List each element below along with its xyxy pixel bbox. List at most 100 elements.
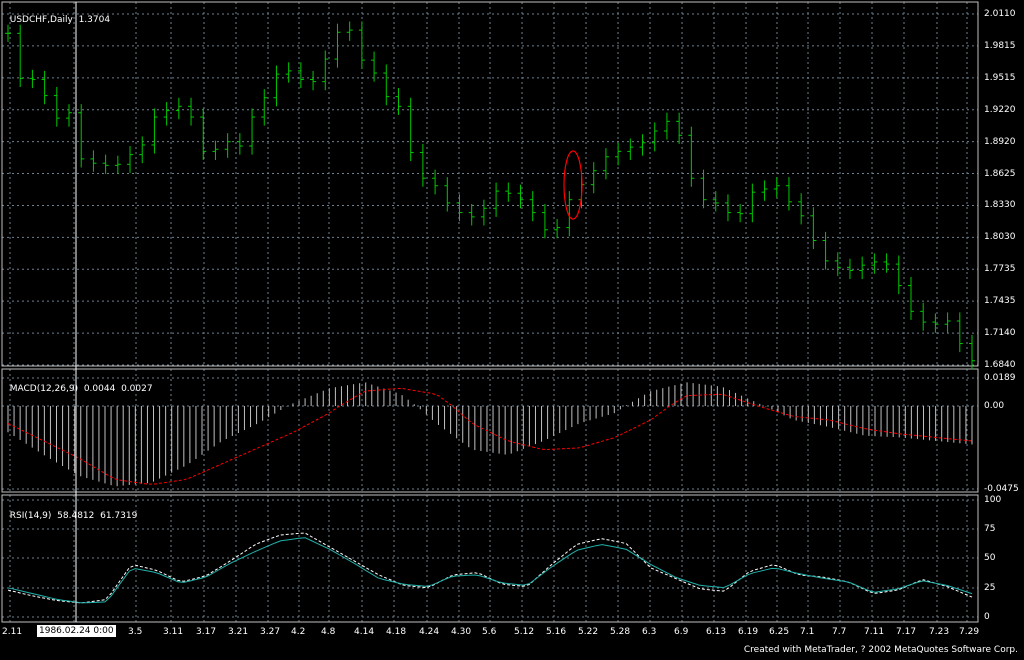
macd-value-1: 0.0044	[83, 384, 116, 394]
ohlc-bar	[29, 69, 36, 89]
ohlc-bar	[358, 21, 365, 69]
time-tick-label: 4.8	[321, 627, 336, 637]
ohlc-bar	[395, 88, 402, 115]
rsi-signal-line	[7, 532, 973, 604]
ohlc-bar	[383, 64, 390, 106]
ohlc-bar	[224, 133, 231, 158]
ohlc-bar	[663, 112, 670, 140]
time-tick-label: 4.30	[451, 627, 472, 637]
ohlc-bar	[456, 194, 463, 222]
ohlc-bar	[798, 193, 805, 225]
ohlc-bar	[163, 102, 170, 126]
symbol-label: USDCHF,Daily 1.3704	[4, 4, 110, 26]
ohlc-bar	[785, 177, 792, 211]
ohlc-bar	[285, 62, 292, 83]
ohlc-bar	[700, 169, 707, 209]
ohlc-bar	[651, 122, 658, 152]
grid-lines	[2, 2, 978, 622]
time-tick-label: 4.24	[419, 627, 440, 637]
ohlc-bar	[480, 199, 487, 226]
time-tick-label: 7.7	[832, 627, 847, 637]
ohlc-bar	[554, 219, 561, 239]
chart-canvas[interactable]	[0, 0, 1024, 660]
ohlc-bar	[810, 207, 817, 250]
ohlc-bar	[883, 253, 890, 273]
ohlc-bar	[322, 50, 329, 91]
time-tick-label: 6.19	[738, 627, 759, 637]
symbol-name: USDCHF,Daily	[9, 15, 73, 25]
ohlc-bar	[78, 104, 85, 168]
ohlc-bar	[737, 203, 744, 223]
time-tick-label: 5.16	[546, 627, 567, 637]
ohlc-bar	[53, 86, 60, 127]
ohlc-bar	[371, 51, 378, 82]
ohlc-bar	[505, 182, 512, 202]
price-tick-label: 1.6840	[984, 360, 1016, 370]
ohlc-bar	[944, 312, 951, 333]
ohlc-bar	[676, 112, 683, 144]
time-tick-label: 3.17	[196, 627, 217, 637]
time-tick-label: 5.22	[578, 627, 599, 637]
time-tick-label: 5.12	[514, 627, 535, 637]
time-tick-label: 7.1	[800, 627, 815, 637]
price-tick-label: 1.9515	[984, 72, 1016, 83]
time-tick-label: 5.28	[610, 627, 631, 637]
time-tick-label: 7.23	[929, 627, 950, 637]
ohlc-bar	[615, 142, 622, 166]
ohlc-bar	[444, 177, 451, 212]
ohlc-bar	[175, 97, 182, 120]
time-tick-label: 7.17	[896, 627, 917, 637]
ohlc-bar	[688, 126, 695, 187]
price-tick-label: 1.8920	[984, 136, 1016, 147]
rsi-tick-75: 75	[984, 524, 996, 534]
macd-label: MACD(12,26,9) 0.0044 0.0027	[4, 373, 153, 395]
ohlc-bar	[236, 133, 243, 155]
rsi-tick-100: 100	[984, 495, 1002, 505]
ohlc-bar	[297, 62, 304, 89]
time-tick-label: 3.27	[260, 627, 281, 637]
ohlc-bar	[529, 191, 536, 222]
ohlc-bar	[859, 256, 866, 280]
ohlc-bar	[212, 140, 219, 160]
price-tick-label: 1.8030	[984, 232, 1016, 243]
ohlc-bar	[517, 184, 524, 209]
time-tick-label: 4.2	[291, 627, 306, 637]
ohlc-bar	[639, 134, 646, 156]
macd-value-2: 0.0027	[121, 384, 153, 394]
time-tick-label: 3.5	[128, 627, 143, 637]
last-price: 1.3704	[78, 15, 111, 25]
ohlc-bar	[493, 182, 500, 217]
ohlc-bar	[749, 183, 756, 223]
ohlc-bar	[188, 97, 195, 126]
time-tick-label: 2.11	[2, 627, 23, 637]
ohlc-bar	[114, 155, 121, 174]
macd-tick-zero: 0.00	[984, 401, 1005, 411]
time-tick-label: 5.6	[482, 627, 497, 637]
ohlc-bar	[761, 180, 768, 201]
time-tick-label: 6.3	[642, 627, 657, 637]
ohlc-bar	[907, 276, 914, 320]
price-tick-label: 1.7140	[984, 328, 1016, 339]
ohlc-bar	[969, 334, 975, 370]
ohlc-bar	[261, 89, 268, 126]
time-tick-label: 7.29	[959, 627, 980, 637]
ohlc-bar	[334, 23, 341, 68]
ohlc-bar	[139, 136, 146, 164]
ohlc-bar	[566, 191, 573, 237]
crosshair-date-label: 1986.02.24 0:00	[37, 625, 116, 637]
time-tick-label: 3.21	[228, 627, 249, 637]
rsi-tick-0: 0	[984, 612, 990, 622]
macd-title: MACD(12,26,9)	[9, 384, 79, 394]
ohlc-bar	[102, 154, 109, 174]
rsi-label: RSI(14,9) 58.4812 61.7319	[4, 500, 138, 522]
ohlc-bar	[200, 108, 207, 160]
time-tick-label: 6.13	[706, 627, 727, 637]
time-tick-label: 7.11	[864, 627, 885, 637]
time-tick-label: 3.11	[163, 627, 184, 637]
rsi-value-2: 61.7319	[100, 511, 138, 521]
macd-tick-bottom: -0.0475	[984, 484, 1019, 494]
ohlc-bar	[151, 108, 158, 154]
ohlc-bar	[90, 150, 97, 172]
price-tick-label: 1.8625	[984, 168, 1016, 179]
time-tick-label: 4.14	[354, 627, 375, 637]
